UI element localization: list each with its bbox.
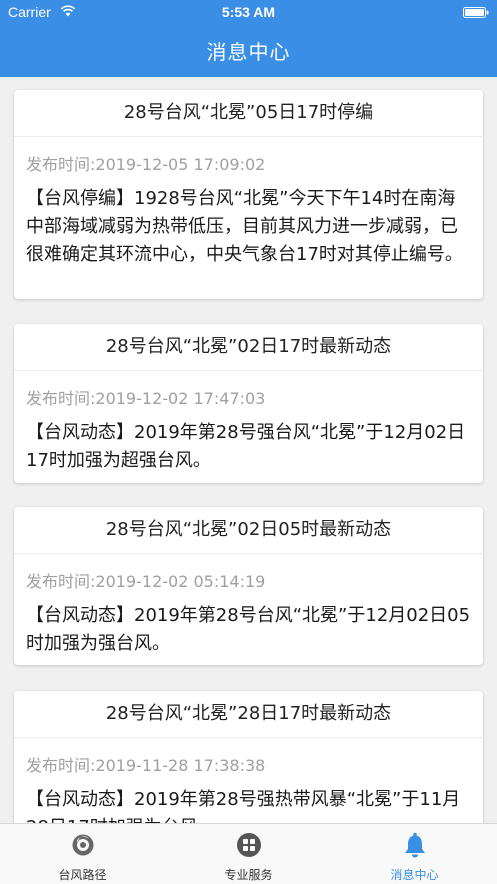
message-time: 发布时间:2019-11-28 17:38:38 <box>26 756 266 775</box>
message-title: 28号台风“北冕”05日17时停编 <box>14 90 483 137</box>
bell-icon <box>405 832 425 858</box>
page-title: 消息中心 <box>206 40 291 64</box>
tab-professional-service[interactable]: 专业服务 <box>166 824 331 884</box>
tab-typhoon-track[interactable]: 台风路径 <box>0 824 165 884</box>
message-card[interactable]: 28号台风“北冕”02日05时最新动态 发布时间:2019-12-02 05:1… <box>14 507 483 665</box>
tab-label: 台风路径 <box>58 868 107 882</box>
header-bar: Carrier 5:53 AM 消息中心 <box>0 0 497 77</box>
message-title: 28号台风“北冕”28日17时最新动态 <box>14 691 483 738</box>
tab-message-center[interactable]: 消息中心 <box>332 824 497 884</box>
message-time: 发布时间:2019-12-02 17:47:03 <box>26 389 266 408</box>
grid-icon <box>237 833 261 857</box>
message-body: 【台风动态】2019年第28号强台风“北冕”于12月02日17时加强为超强台风。 <box>26 422 466 471</box>
status-bar: Carrier 5:53 AM <box>0 0 497 26</box>
message-body: 【台风停编】1928号台风“北冕”今天下午14时在南海中部海域减弱为热带低压，目… <box>26 188 463 265</box>
tab-label: 专业服务 <box>224 868 273 882</box>
battery-icon <box>463 7 489 18</box>
typhoon-icon <box>72 834 94 856</box>
message-card[interactable]: 28号台风“北冕”05日17时停编 发布时间:2019-12-05 17:09:… <box>14 90 483 299</box>
tab-label: 消息中心 <box>390 868 439 882</box>
message-body: 【台风动态】2019年第28号强热带风暴“北冕”于11月28日17时加强为台风。 <box>26 789 461 823</box>
message-card[interactable]: 28号台风“北冕”02日17时最新动态 发布时间:2019-12-02 17:4… <box>14 324 483 483</box>
message-title: 28号台风“北冕”02日17时最新动态 <box>14 324 483 371</box>
tab-bar: 台风路径 专业服务 消息中心 <box>0 823 497 884</box>
message-time: 发布时间:2019-12-02 05:14:19 <box>26 572 266 591</box>
message-body: 【台风动态】2019年第28号台风“北冕”于12月02日05时加强为强台风。 <box>26 605 471 654</box>
message-card[interactable]: 28号台风“北冕”28日17时最新动态 发布时间:2019-11-28 17:3… <box>14 691 483 823</box>
message-list[interactable]: 28号台风“北冕”05日17时停编 发布时间:2019-12-05 17:09:… <box>0 77 497 823</box>
message-time: 发布时间:2019-12-05 17:09:02 <box>26 155 266 174</box>
clock-label: 5:53 AM <box>221 4 276 20</box>
message-title: 28号台风“北冕”02日05时最新动态 <box>14 507 483 554</box>
